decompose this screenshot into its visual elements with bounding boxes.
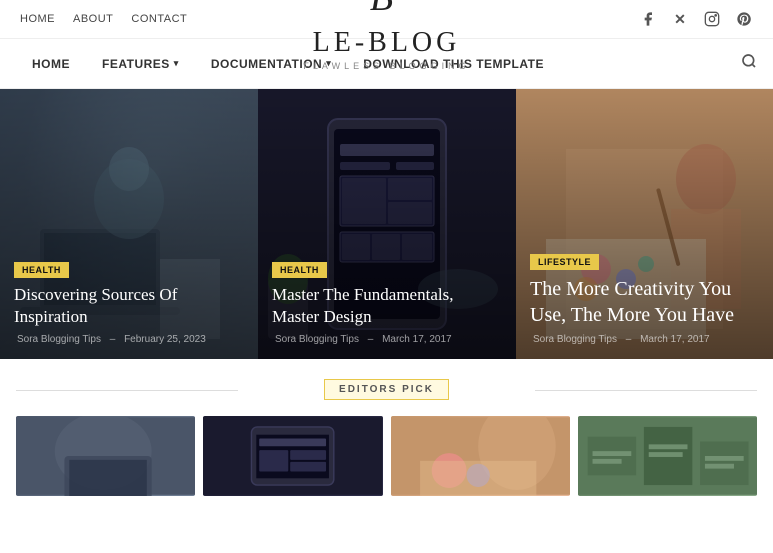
ep-card-1-illustration [16, 416, 195, 496]
hero-card-1-meta: Sora Blogging Tips – February 25, 2023 [14, 334, 244, 345]
social-icons: ✕ [639, 10, 753, 28]
topbar-nav: HOME ABOUT CONTACT [20, 13, 187, 25]
editors-pick-label: EDITORS PICK [324, 379, 449, 400]
hero-card-2-title: Master The Fundamentals, Master Design [272, 284, 502, 328]
hero-card-3-author: Sora Blogging Tips [533, 334, 617, 345]
logo-subtitle: FLAWLESS BLOGGING [303, 61, 469, 71]
editors-pick-header: EDITORS PICK [16, 379, 757, 400]
hero-card-3-content: LIFESTYLE The More Creativity You Use, T… [516, 238, 773, 359]
hero-card-1-sep: – [110, 334, 118, 345]
hero-card-3-title: The More Creativity You Use, The More Yo… [530, 276, 759, 328]
hero-card-2-content: HEALTH Master The Fundamentals, Master D… [258, 246, 516, 359]
nav-home[interactable]: HOME [16, 43, 86, 85]
hero-card-2-meta: Sora Blogging Tips – March 17, 2017 [272, 334, 502, 345]
hero-section: HEALTH Discovering Sources Of Inspiratio… [0, 89, 773, 359]
hero-card-2-tag: HEALTH [272, 262, 327, 278]
hero-card-2[interactable]: HEALTH Master The Fundamentals, Master D… [258, 89, 516, 359]
topbar-nav-about[interactable]: ABOUT [73, 13, 113, 25]
hero-card-1-date: February 25, 2023 [124, 334, 206, 345]
twitter-x-icon[interactable]: ✕ [671, 10, 689, 28]
top-bar: HOME ABOUT CONTACT B ℬ LE-BLOG FLAWLESS … [0, 0, 773, 39]
hero-card-1[interactable]: HEALTH Discovering Sources Of Inspiratio… [0, 89, 258, 359]
hero-card-3-meta: Sora Blogging Tips – March 17, 2017 [530, 334, 759, 345]
hero-card-1-author: Sora Blogging Tips [17, 334, 101, 345]
pinterest-icon[interactable] [735, 10, 753, 28]
instagram-icon[interactable] [703, 10, 721, 28]
facebook-icon[interactable] [639, 10, 657, 28]
hero-card-2-date: March 17, 2017 [382, 334, 452, 345]
hero-card-3-tag: LIFESTYLE [530, 254, 599, 270]
hero-card-3-date: March 17, 2017 [640, 334, 710, 345]
search-icon[interactable] [741, 39, 757, 88]
logo-icon: B ℬ [361, 0, 411, 27]
hero-card-1-title: Discovering Sources Of Inspiration [14, 284, 244, 328]
hero-card-1-content: HEALTH Discovering Sources Of Inspiratio… [0, 246, 258, 359]
ep-card-3[interactable] [391, 416, 570, 496]
hero-card-2-sep: – [368, 334, 376, 345]
ep-card-3-illustration [391, 416, 570, 496]
topbar-nav-home[interactable]: HOME [20, 13, 55, 25]
ep-card-4[interactable] [578, 416, 757, 496]
logo: B ℬ LE-BLOG FLAWLESS BLOGGING [303, 0, 469, 75]
ep-card-4-illustration [578, 416, 757, 496]
editors-pick-section: EDITORS PICK [0, 359, 773, 506]
ep-card-2-illustration [203, 416, 382, 496]
svg-text:B: B [369, 0, 392, 19]
ep-card-1[interactable] [16, 416, 195, 496]
features-chevron: ▾ [174, 58, 179, 69]
topbar-nav-contact[interactable]: CONTACT [131, 13, 187, 25]
hero-card-3[interactable]: LIFESTYLE The More Creativity You Use, T… [516, 89, 773, 359]
nav-features[interactable]: FEATURES ▾ [86, 43, 195, 85]
hero-card-1-tag: HEALTH [14, 262, 69, 278]
ep-card-2[interactable] [203, 416, 382, 496]
hero-card-3-sep: – [626, 334, 634, 345]
editors-pick-grid [16, 416, 757, 496]
logo-text: LE-BLOG [303, 27, 469, 59]
hero-card-2-author: Sora Blogging Tips [275, 334, 359, 345]
